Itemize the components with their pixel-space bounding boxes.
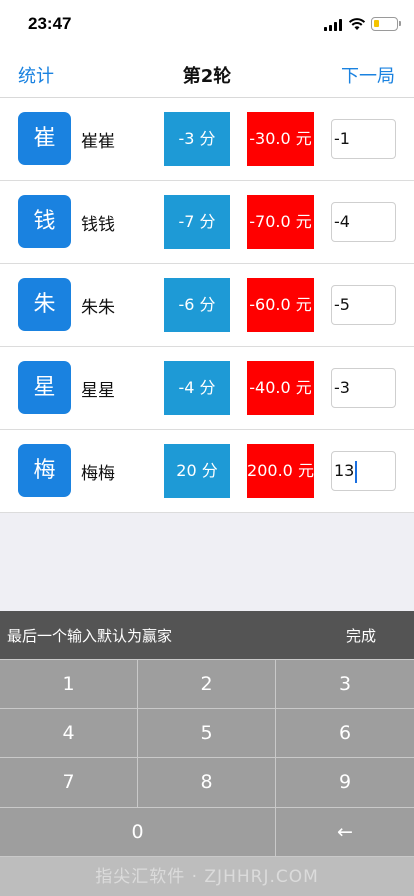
player-avatar: 钱 <box>18 195 71 248</box>
player-money: -30.0 元 <box>247 112 314 166</box>
player-money: -70.0 元 <box>247 195 314 249</box>
player-row: 星 星星 -4 分 -40.0 元 -3 <box>0 347 414 430</box>
player-money: -60.0 元 <box>247 278 314 332</box>
player-score: -3 分 <box>164 112 230 166</box>
number-keypad: 1 2 3 4 5 6 7 8 9 0 ← <box>0 659 414 896</box>
backspace-key[interactable]: ← <box>276 808 414 856</box>
key-1[interactable]: 1 <box>0 660 137 708</box>
key-8[interactable]: 8 <box>138 758 275 807</box>
keyboard-accessory-bar: 最后一个输入默认为赢家 完成 <box>0 611 414 659</box>
wifi-icon <box>348 18 366 30</box>
status-bar: 23:47 <box>0 0 414 50</box>
player-name: 星星 <box>81 381 115 401</box>
score-input-value: 13 <box>334 461 355 480</box>
player-name: 梅梅 <box>81 464 115 484</box>
player-list: 崔 崔崔 -3 分 -30.0 元 -1 钱 钱钱 -7 分 -70.0 元 -… <box>0 98 414 513</box>
player-avatar: 崔 <box>18 112 71 165</box>
player-avatar: 梅 <box>18 444 71 497</box>
key-4[interactable]: 4 <box>0 709 137 757</box>
player-row: 钱 钱钱 -7 分 -70.0 元 -4 <box>0 181 414 264</box>
winner-hint: 最后一个输入默认为赢家 <box>7 627 173 645</box>
player-score: 20 分 <box>164 444 230 498</box>
player-name: 朱朱 <box>81 298 115 318</box>
cellular-signal-icon <box>324 19 342 31</box>
player-row: 梅 梅梅 20 分 200.0 元 13 <box>0 430 414 513</box>
player-avatar: 朱 <box>18 278 71 331</box>
score-input[interactable]: -3 <box>331 368 396 408</box>
watermark: 指尖汇软件 · ZJHHRJ.COM <box>95 867 319 887</box>
nav-bar: 第2轮 统计 下一局 <box>0 50 414 98</box>
empty-area <box>0 513 414 611</box>
battery-level <box>374 20 379 27</box>
player-score: -7 分 <box>164 195 230 249</box>
player-score: -4 分 <box>164 361 230 415</box>
battery-cap <box>399 21 401 26</box>
score-input[interactable]: -1 <box>331 119 396 159</box>
score-input[interactable]: -5 <box>331 285 396 325</box>
player-score: -6 分 <box>164 278 230 332</box>
player-money: -40.0 元 <box>247 361 314 415</box>
key-9[interactable]: 9 <box>276 758 414 807</box>
done-button[interactable]: 完成 <box>346 625 376 646</box>
next-round-button[interactable]: 下一局 <box>341 62 395 88</box>
status-time: 23:47 <box>28 14 72 33</box>
player-row: 朱 朱朱 -6 分 -60.0 元 -5 <box>0 264 414 347</box>
player-row: 崔 崔崔 -3 分 -30.0 元 -1 <box>0 98 414 181</box>
key-7[interactable]: 7 <box>0 758 137 807</box>
text-caret <box>355 460 358 483</box>
battery-icon <box>371 17 398 31</box>
score-input-active[interactable]: 13 <box>331 451 396 491</box>
stats-button[interactable]: 统计 <box>18 62 54 88</box>
key-3[interactable]: 3 <box>276 660 414 708</box>
player-avatar: 星 <box>18 361 71 414</box>
key-5[interactable]: 5 <box>138 709 275 757</box>
key-0[interactable]: 0 <box>0 808 275 856</box>
player-money: 200.0 元 <box>247 444 314 498</box>
player-name: 崔崔 <box>81 132 115 152</box>
player-name: 钱钱 <box>81 215 115 235</box>
score-input[interactable]: -4 <box>331 202 396 242</box>
key-6[interactable]: 6 <box>276 709 414 757</box>
key-2[interactable]: 2 <box>138 660 275 708</box>
